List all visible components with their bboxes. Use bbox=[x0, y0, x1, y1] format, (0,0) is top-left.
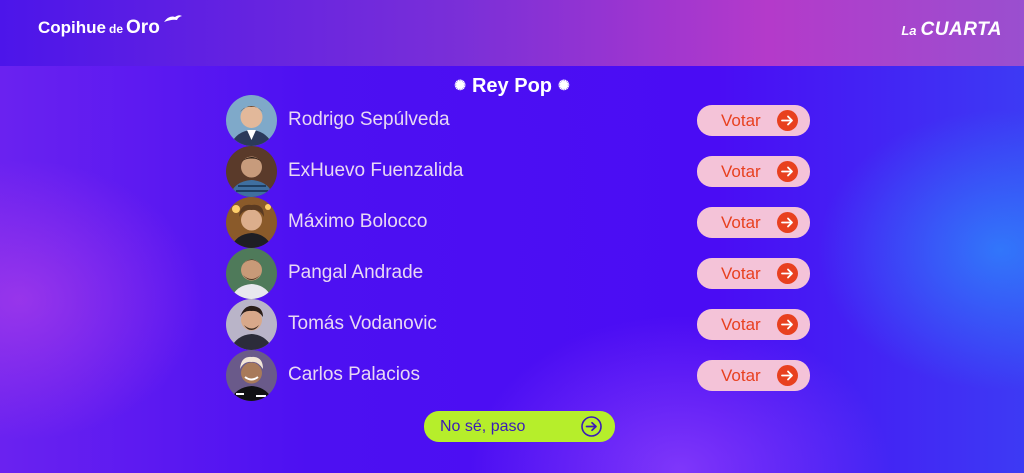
vote-button-label: Votar bbox=[721, 264, 761, 283]
avatar bbox=[226, 350, 277, 401]
sparkle-icon: ✺ bbox=[558, 77, 570, 93]
arrow-right-icon bbox=[777, 110, 798, 131]
candidate-name: Tomás Vodanovic bbox=[288, 313, 437, 334]
candidate-name: Rodrigo Sepúlveda bbox=[288, 109, 450, 130]
arrow-right-icon bbox=[777, 314, 798, 335]
skip-button[interactable]: No sé, paso bbox=[424, 411, 615, 442]
vote-button[interactable]: Votar bbox=[697, 156, 810, 187]
skip-button-label: No sé, paso bbox=[440, 418, 526, 435]
arrow-right-icon bbox=[777, 365, 798, 386]
candidate-name: Carlos Palacios bbox=[288, 364, 420, 385]
avatar bbox=[226, 146, 277, 197]
la-cuarta-logo: La CUARTA bbox=[901, 19, 1002, 41]
avatar bbox=[226, 95, 277, 146]
avatar bbox=[226, 248, 277, 299]
logo-la: La bbox=[901, 23, 917, 38]
avatar bbox=[226, 299, 277, 350]
vote-button[interactable]: Votar bbox=[697, 207, 810, 238]
category-title-text: Rey Pop bbox=[471, 75, 553, 97]
arrow-right-icon bbox=[777, 263, 798, 284]
candidate-name: Máximo Bolocco bbox=[288, 211, 428, 232]
arrow-right-circle-icon bbox=[581, 416, 602, 437]
candidate-row: Carlos Palacios Votar bbox=[226, 350, 816, 401]
candidate-name: Pangal Andrade bbox=[288, 262, 424, 283]
vote-button-label: Votar bbox=[721, 315, 761, 334]
vote-button-label: Votar bbox=[721, 366, 761, 385]
bird-icon bbox=[163, 15, 182, 22]
vote-button[interactable]: Votar bbox=[697, 105, 810, 136]
logo-text-main: Copihue bbox=[38, 18, 106, 37]
sparkle-icon: ✺ bbox=[454, 77, 466, 93]
arrow-right-icon bbox=[777, 161, 798, 182]
candidate-row: Rodrigo Sepúlveda Votar bbox=[226, 95, 816, 146]
logo-text-de: de bbox=[109, 22, 124, 36]
logo-text-oro: Oro bbox=[126, 17, 160, 38]
candidate-row: Máximo Bolocco Votar bbox=[226, 197, 816, 248]
vote-button-label: Votar bbox=[721, 111, 761, 130]
vote-button[interactable]: Votar bbox=[697, 258, 810, 289]
arrow-right-icon bbox=[777, 212, 798, 233]
logo-cuarta: CUARTA bbox=[920, 19, 1002, 40]
vote-button[interactable]: Votar bbox=[697, 309, 810, 340]
candidate-name: ExHuevo Fuenzalida bbox=[288, 160, 464, 181]
vote-button-label: Votar bbox=[721, 162, 761, 181]
top-header: Copihue de Oro La CUARTA bbox=[0, 0, 1024, 66]
vote-button-label: Votar bbox=[721, 213, 761, 232]
candidate-row: Tomás Vodanovic Votar bbox=[226, 299, 816, 350]
candidate-row: ExHuevo Fuenzalida Votar bbox=[226, 146, 816, 197]
avatar bbox=[226, 197, 277, 248]
candidate-row: Pangal Andrade Votar bbox=[226, 248, 816, 299]
vote-button[interactable]: Votar bbox=[697, 360, 810, 391]
copihue-de-oro-logo: Copihue de Oro bbox=[38, 15, 183, 39]
